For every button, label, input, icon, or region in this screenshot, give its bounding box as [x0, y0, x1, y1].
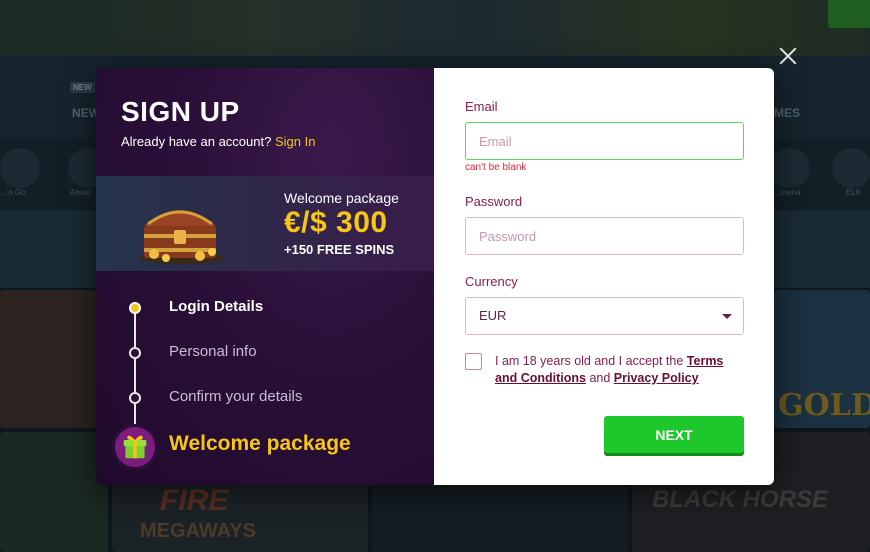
signup-title: SIGN UP — [121, 96, 240, 127]
provider-label: Amati — [70, 188, 91, 197]
provider-label: ...mena — [774, 188, 801, 197]
background-header — [0, 0, 870, 56]
signup-form-panel: Email can't be blank Password Currency E… — [434, 68, 774, 485]
background-nav-item: MES — [774, 106, 801, 120]
signin-prompt-text: Already have an account? — [121, 134, 272, 149]
provider-logo — [770, 148, 810, 188]
step-indicator — [129, 347, 141, 359]
provider-label: ...'n Go — [0, 188, 26, 197]
signin-prompt: Already have an account? Sign In — [121, 134, 315, 149]
terms-middle: and — [589, 371, 611, 385]
close-icon[interactable] — [778, 46, 798, 66]
email-label: Email — [465, 99, 498, 114]
email-field[interactable] — [465, 122, 744, 160]
currency-selected-value: EUR — [479, 308, 507, 323]
terms-checkbox[interactable] — [465, 353, 482, 370]
background-button — [828, 0, 870, 28]
treasure-chest-icon — [140, 210, 224, 264]
step-personal-info: Personal info — [169, 343, 257, 360]
promo-amount: €/$ 300 — [284, 206, 388, 239]
new-badge: NEW — [70, 82, 95, 93]
chevron-down-icon — [722, 314, 732, 319]
provider-label: ELK — [846, 188, 862, 197]
game-title: BLACK HORSE — [652, 486, 829, 513]
game-title: FIRE — [160, 484, 229, 517]
game-tile — [0, 432, 108, 552]
terms-prefix: I am 18 years old and I accept the — [495, 354, 684, 368]
signup-modal: SIGN UP Already have an account? Sign In… — [96, 68, 774, 485]
provider-logo — [0, 148, 40, 188]
password-label: Password — [465, 194, 523, 209]
game-tile — [0, 290, 96, 428]
gift-icon — [112, 424, 158, 470]
currency-label: Currency — [465, 274, 518, 289]
step-welcome-package: Welcome package — [169, 432, 351, 455]
step-confirm-details: Confirm your details — [169, 388, 303, 405]
terms-text: I am 18 years old and I accept the Terms… — [495, 353, 745, 387]
signin-link[interactable]: Sign In — [275, 134, 315, 149]
game-title: MEGAWAYS — [140, 520, 256, 542]
step-indicator — [129, 392, 141, 404]
signup-info-panel: SIGN UP Already have an account? Sign In… — [96, 68, 434, 485]
promo-spins: +150 FREE SPINS — [284, 242, 395, 257]
step-login-details: Login Details — [169, 298, 264, 315]
provider-logo — [832, 148, 870, 188]
privacy-policy-link[interactable]: Privacy Policy — [614, 371, 699, 385]
currency-select[interactable]: EUR — [465, 297, 744, 335]
welcome-promo-banner: Welcome package €/$ 300 +150 FREE SPINS — [96, 176, 434, 271]
next-button[interactable]: NEXT — [604, 416, 744, 453]
game-title: GOLD — [778, 388, 870, 423]
email-error: can't be blank — [465, 162, 527, 173]
step-indicator-active — [129, 302, 141, 314]
password-field[interactable] — [465, 217, 744, 255]
promo-subtitle: Welcome package — [284, 190, 399, 206]
